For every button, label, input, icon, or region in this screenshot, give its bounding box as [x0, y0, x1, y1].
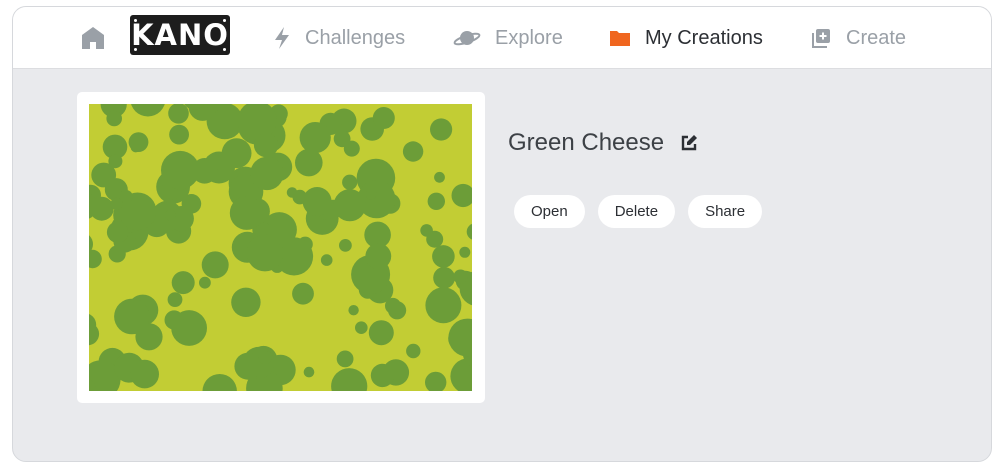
- home-icon[interactable]: [80, 25, 106, 51]
- delete-button[interactable]: Delete: [597, 195, 676, 228]
- nav-create-label: Create: [846, 26, 907, 49]
- nav-challenges[interactable]: Challenges: [273, 23, 405, 53]
- app-window: KANO Challenges Explore My Creations Cre…: [12, 6, 992, 462]
- logo-text: KANO: [131, 18, 229, 52]
- creation-thumbnail-card[interactable]: [77, 92, 485, 403]
- creation-thumbnail: [89, 104, 472, 391]
- planet-icon: [453, 31, 481, 46]
- edit-icon[interactable]: [680, 134, 698, 152]
- open-button[interactable]: Open: [514, 195, 585, 228]
- creation-title: Green Cheese: [508, 129, 665, 156]
- nav-my-creations[interactable]: My Creations: [609, 23, 763, 53]
- nav-explore[interactable]: Explore: [453, 23, 563, 53]
- lightning-icon: [275, 27, 289, 49]
- folder-icon: [610, 31, 630, 46]
- nav-create[interactable]: Create: [810, 23, 906, 53]
- creation-title-row: Green Cheese: [508, 129, 698, 157]
- nav-explore-label: Explore: [495, 26, 563, 49]
- creation-actions: Open Delete Share: [514, 195, 763, 228]
- top-navbar: KANO Challenges Explore My Creations Cre…: [13, 7, 991, 69]
- share-button[interactable]: Share: [688, 195, 763, 228]
- nav-challenges-label: Challenges: [305, 26, 406, 49]
- nav-my-creations-label: My Creations: [645, 26, 763, 49]
- kano-logo[interactable]: KANO: [130, 15, 230, 55]
- add-square-icon: [812, 29, 830, 48]
